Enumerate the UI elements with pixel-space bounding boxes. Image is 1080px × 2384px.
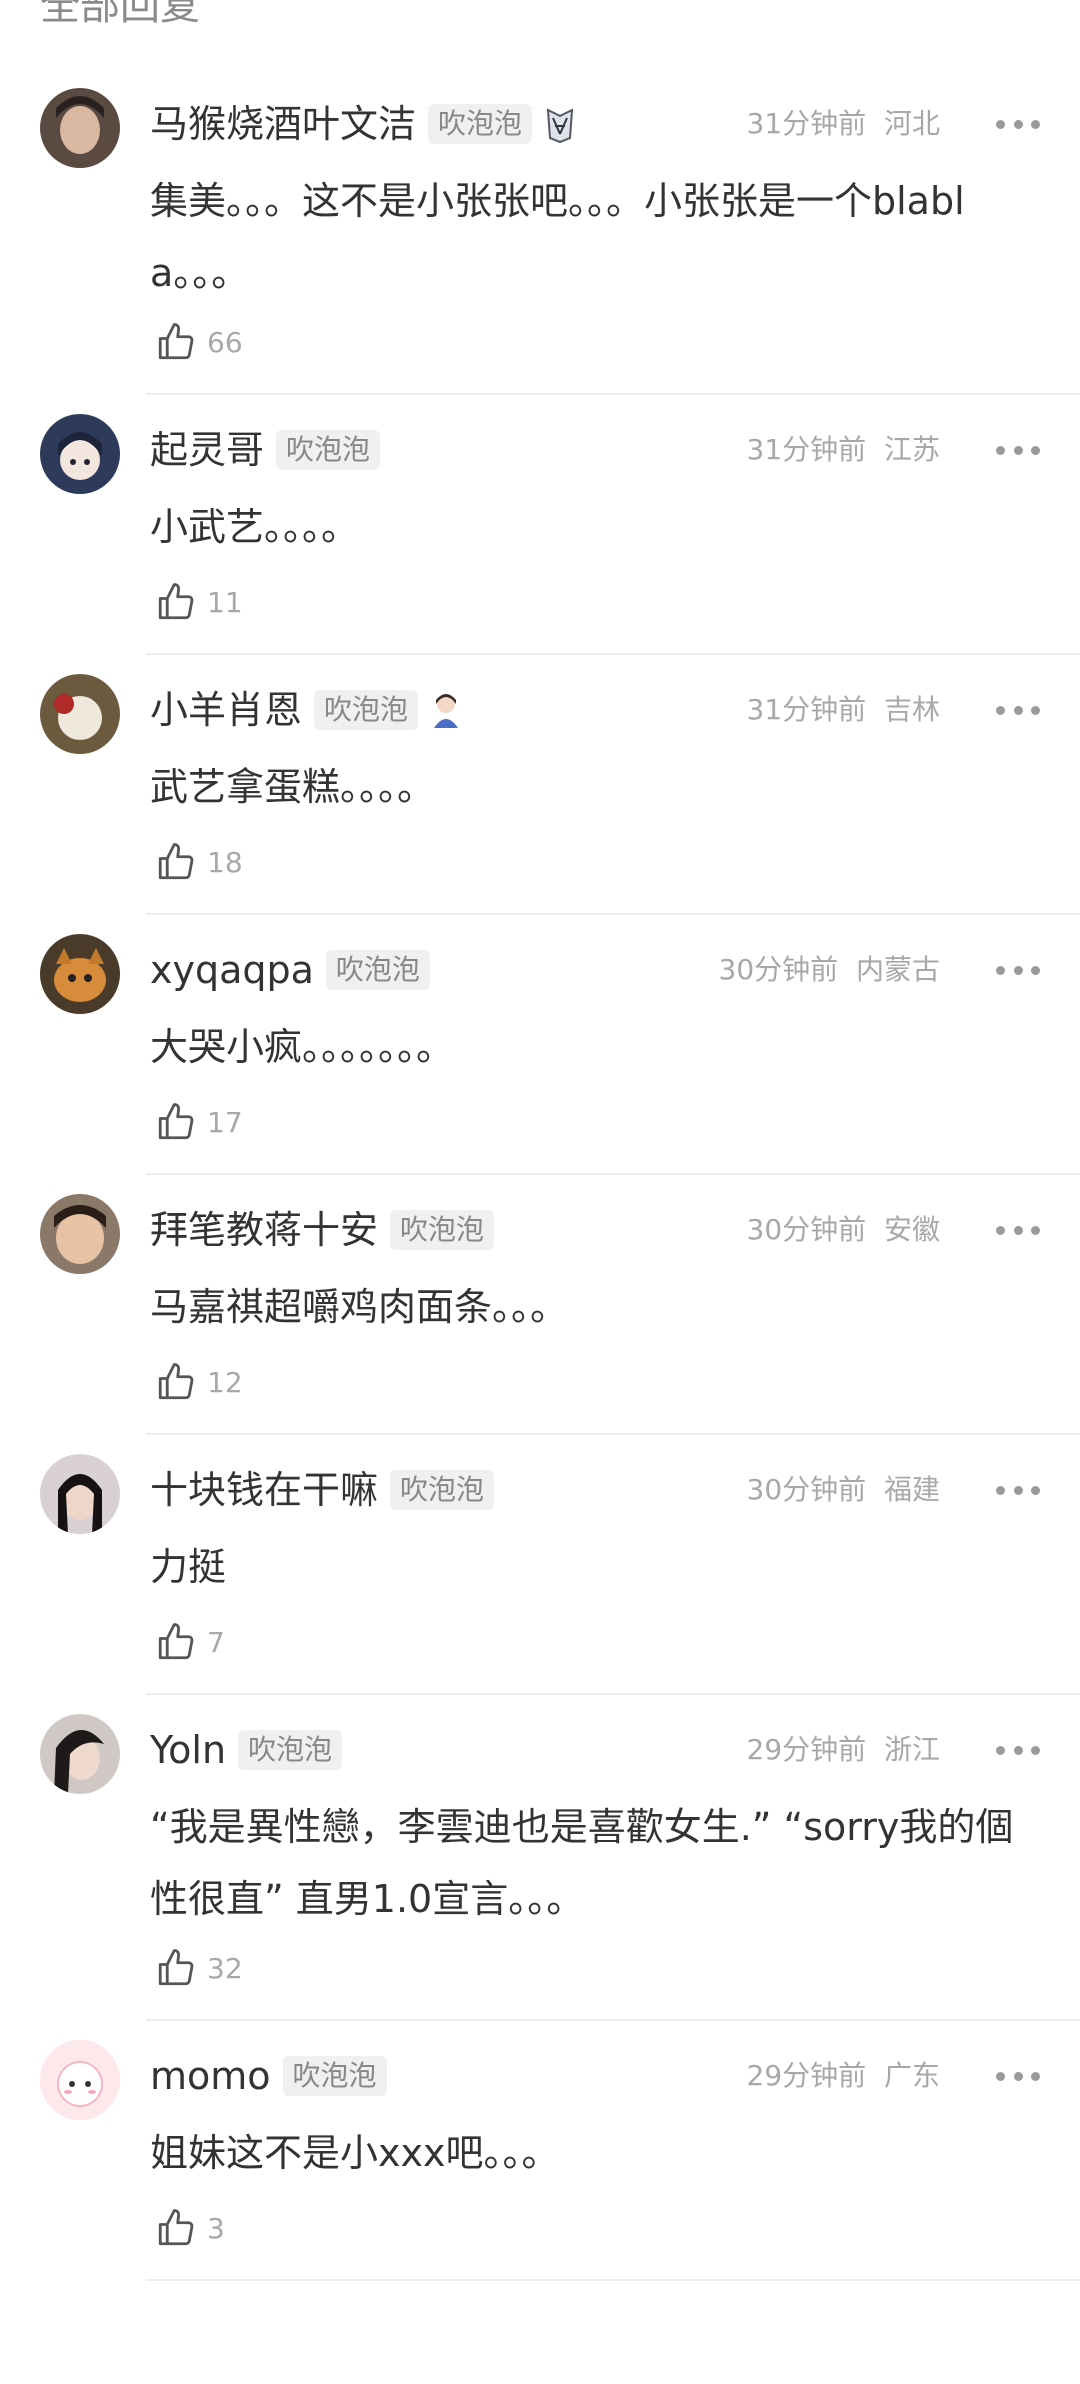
comment-location: 吉林 <box>883 693 940 726</box>
comment-location: 河北 <box>883 107 940 140</box>
comment-text: 马嘉祺超嚼鸡肉面条。。。 <box>150 1285 569 1329</box>
like-count: 7 <box>207 1625 225 1659</box>
user-badge: 吹泡泡 <box>238 1730 343 1770</box>
like-button[interactable]: 11 <box>155 577 243 627</box>
more-options-icon[interactable] <box>996 1465 1040 1515</box>
user-badge: 吹泡泡 <box>276 430 381 470</box>
like-button[interactable]: 17 <box>155 1097 243 1147</box>
avatar[interactable] <box>40 88 120 168</box>
thumbs-up-icon <box>158 583 194 620</box>
divider <box>146 393 1080 395</box>
thumbs-up-icon <box>158 1363 194 1400</box>
avatar[interactable] <box>40 674 120 754</box>
girl-badge-icon <box>430 690 462 730</box>
comment-location: 内蒙古 <box>855 953 940 986</box>
thumbs-up-icon <box>158 2209 194 2246</box>
comment-time: 29分钟前 <box>746 1733 867 1766</box>
divider <box>146 1433 1080 1435</box>
comment-location: 安徽 <box>883 1213 940 1246</box>
comment-time: 30分钟前 <box>746 1213 867 1246</box>
username[interactable]: 小羊肖恩 <box>150 685 302 735</box>
section-title: 全部回复 <box>40 0 200 29</box>
like-button[interactable]: 7 <box>155 1617 225 1667</box>
like-count: 11 <box>207 585 243 619</box>
like-button[interactable]: 12 <box>155 1357 243 1407</box>
comment-meta: 30分钟前 内蒙古 <box>719 945 940 995</box>
divider <box>146 653 1080 655</box>
user-badge: 吹泡泡 <box>390 1210 495 1250</box>
username[interactable]: 十块钱在干嘛 <box>150 1465 378 1515</box>
comment-text: 大哭小疯。。。。。。。 <box>150 1025 455 1069</box>
comment-time: 31分钟前 <box>746 433 867 466</box>
like-count: 12 <box>207 1365 243 1399</box>
comment-location: 浙江 <box>883 1733 940 1766</box>
user-badge: 吹泡泡 <box>428 104 533 144</box>
comment-location: 福建 <box>883 1473 940 1506</box>
username[interactable]: momo <box>150 2051 271 2101</box>
comment-text: 力挺 <box>150 1545 227 1589</box>
like-button[interactable]: 3 <box>155 2203 225 2253</box>
like-button[interactable]: 66 <box>155 317 243 367</box>
like-button[interactable]: 32 <box>155 1943 243 1993</box>
comment-text: 集美。。。这不是小张张吧。。。小张张是一个blabla。。。 <box>150 179 965 295</box>
thumbs-up-icon <box>158 843 194 880</box>
more-options-icon[interactable] <box>996 1725 1040 1775</box>
username[interactable]: 拜笔教蒋十安 <box>150 1205 378 1255</box>
comment-time: 30分钟前 <box>746 1473 867 1506</box>
comment-meta: 29分钟前 浙江 <box>747 1725 940 1775</box>
thumbs-up-icon <box>158 1103 194 1140</box>
comment-text: “我是異性戀，李雲迪也是喜歡女生.” “sorry我的個性很直” 直男1.0宣言… <box>150 1805 1014 1921</box>
more-options-icon[interactable] <box>996 685 1040 735</box>
comment-time: 31分钟前 <box>746 693 867 726</box>
comment-location: 江苏 <box>883 433 940 466</box>
comment-meta: 31分钟前 江苏 <box>747 425 940 475</box>
more-options-icon[interactable] <box>996 945 1040 995</box>
username[interactable]: xyqaqpa <box>150 945 314 995</box>
thumbs-up-icon <box>158 1623 194 1660</box>
avatar[interactable] <box>40 934 120 1014</box>
wings-badge-icon <box>544 104 576 144</box>
user-badge: 吹泡泡 <box>390 1470 495 1510</box>
like-count: 18 <box>207 845 243 879</box>
avatar[interactable] <box>40 2040 120 2120</box>
username[interactable]: 马猴烧酒叶文洁 <box>150 99 416 149</box>
like-count: 17 <box>207 1105 243 1139</box>
thumbs-up-icon <box>158 323 194 360</box>
more-options-icon[interactable] <box>996 1205 1040 1255</box>
like-button[interactable]: 18 <box>155 837 243 887</box>
more-options-icon[interactable] <box>996 425 1040 475</box>
divider <box>146 1693 1080 1695</box>
comment-meta: 30分钟前 福建 <box>747 1465 940 1515</box>
comment-meta: 31分钟前 吉林 <box>747 685 940 735</box>
more-options-icon[interactable] <box>996 99 1040 149</box>
divider <box>146 2279 1080 2281</box>
avatar[interactable] <box>40 1714 120 1794</box>
comment-time: 30分钟前 <box>718 953 839 986</box>
comment-text: 姐妹这不是小xxx吧。。。 <box>150 2131 560 2175</box>
username[interactable]: 起灵哥 <box>150 425 264 475</box>
comment-time: 29分钟前 <box>746 2059 867 2092</box>
user-badge: 吹泡泡 <box>325 950 430 990</box>
divider <box>146 1173 1080 1175</box>
comment-time: 31分钟前 <box>746 107 867 140</box>
like-count: 66 <box>207 325 243 359</box>
more-options-icon[interactable] <box>996 2051 1040 2101</box>
user-badge: 吹泡泡 <box>314 690 419 730</box>
avatar[interactable] <box>40 1194 120 1274</box>
comment-location: 广东 <box>883 2059 940 2092</box>
like-count: 3 <box>207 2211 225 2245</box>
comment-text: 小武艺。。。。 <box>150 505 360 549</box>
username[interactable]: Yoln <box>150 1725 226 1775</box>
comment-text: 武艺拿蛋糕。。。。 <box>150 765 436 809</box>
like-count: 32 <box>207 1951 243 1985</box>
avatar[interactable] <box>40 414 120 494</box>
comment-meta: 31分钟前 河北 <box>747 99 940 149</box>
thumbs-up-icon <box>158 1949 194 1986</box>
divider <box>146 2019 1080 2021</box>
avatar[interactable] <box>40 1454 120 1534</box>
comment-meta: 29分钟前 广东 <box>747 2051 940 2101</box>
comment-meta: 30分钟前 安徽 <box>747 1205 940 1255</box>
user-badge: 吹泡泡 <box>282 2056 387 2096</box>
divider <box>146 913 1080 915</box>
